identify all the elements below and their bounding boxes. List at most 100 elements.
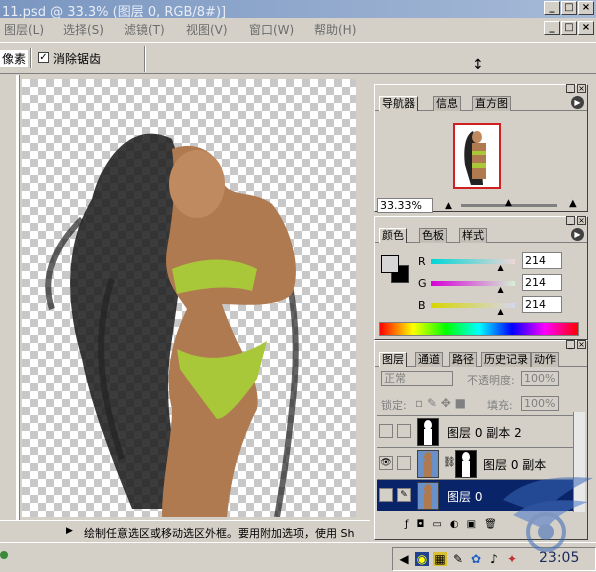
color-tabs: 颜色 色板 样式 ▶	[375, 227, 587, 243]
network-icon[interactable]: ◉	[415, 552, 429, 566]
tab-navigator[interactable]: 导航器	[379, 96, 418, 111]
tab-histogram[interactable]: 直方图	[472, 96, 511, 111]
palette-close-icon[interactable]: ×	[577, 84, 586, 93]
status-hint: 绘制任意选区或移动选区外框。要用附加选项，使用 Sh	[84, 527, 355, 540]
add-mask-icon[interactable]: ◘	[417, 519, 425, 530]
menu-bar: 图层(L) 选择(S) 滤镜(T) 视图(V) 窗口(W) 帮助(H) _ □ …	[0, 18, 596, 40]
layer-mask-thumbnail[interactable]	[455, 450, 477, 478]
slider-handle-icon[interactable]: ▲	[498, 285, 504, 294]
document-canvas-area	[0, 75, 370, 520]
palette-close-icon[interactable]: ×	[577, 216, 586, 225]
menu-view[interactable]: 视图(V)	[186, 21, 228, 38]
adjustment-layer-icon[interactable]: ◐	[450, 519, 459, 530]
layer-name[interactable]: 图层 0	[447, 488, 482, 505]
green-value[interactable]: 214	[522, 274, 562, 291]
layer-name[interactable]: 图层 0 副本 2	[447, 424, 522, 441]
watermark-logo	[503, 477, 593, 552]
new-layer-icon[interactable]: ▣	[467, 519, 476, 530]
tab-color[interactable]: 颜色	[379, 228, 407, 243]
fill-field[interactable]: 100%	[521, 396, 559, 411]
doc-minimize-button[interactable]: _	[544, 21, 560, 35]
green-label: G	[418, 277, 427, 290]
foreground-color-swatch[interactable]	[381, 255, 399, 273]
palette-close-icon[interactable]: ×	[577, 340, 586, 349]
delete-layer-icon[interactable]: 🗑	[484, 519, 497, 530]
options-divider-2	[144, 46, 146, 72]
document-canvas[interactable]	[22, 79, 356, 517]
zoom-in-icon[interactable]: ▲	[569, 198, 577, 209]
antialias-checkbox[interactable]: ✓	[38, 52, 49, 63]
close-button[interactable]: ×	[578, 1, 594, 15]
status-arrow-icon[interactable]: ▶	[66, 526, 73, 536]
brush-icon[interactable]: ✎	[397, 488, 411, 502]
document-controls: _ □ ×	[544, 21, 594, 35]
mask-link-icon: ⛓	[443, 457, 456, 468]
tab-channels[interactable]: 通道	[415, 352, 443, 367]
navigator-zoom-field[interactable]: 33.33%	[377, 198, 433, 213]
blend-mode-select[interactable]: 正常	[381, 371, 453, 386]
color-spectrum-bar[interactable]	[379, 322, 579, 336]
palette-menu-icon[interactable]: ▶	[571, 96, 584, 109]
start-icon[interactable]	[0, 551, 8, 559]
menu-filter[interactable]: 滤镜(T)	[124, 21, 165, 38]
visibility-toggle[interactable]	[379, 424, 393, 438]
pen-icon[interactable]: ✎	[451, 552, 465, 566]
slider-handle-icon[interactable]: ▲	[498, 263, 504, 272]
maximize-button[interactable]: □	[561, 1, 577, 15]
blue-value[interactable]: 214	[522, 296, 562, 313]
navigator-thumbnail[interactable]	[453, 123, 501, 189]
subject-image	[45, 133, 299, 517]
layer-style-icon[interactable]: ƒ	[405, 519, 409, 530]
tab-swatches[interactable]: 色板	[419, 228, 447, 243]
antivirus-icon[interactable]: ✿	[469, 552, 483, 566]
visibility-eye-icon[interactable]: 👁	[379, 456, 393, 470]
navigator-palette: _ × 导航器 信息 直方图 ▶ 33.33% ▲ ▲ ▲	[374, 84, 588, 213]
status-bar: ▶ 绘制任意选区或移动选区外框。要用附加选项，使用 Sh	[0, 520, 370, 542]
tab-actions[interactable]: 动作	[531, 352, 559, 367]
tab-paths[interactable]: 路径	[449, 352, 477, 367]
resize-cursor-icon: ↕	[472, 57, 484, 73]
link-toggle[interactable]	[397, 456, 411, 470]
layer-row[interactable]: 图层 0 副本 2	[377, 415, 573, 447]
navigator-tabs: 导航器 信息 直方图 ▶	[375, 95, 587, 111]
opacity-field[interactable]: 100%	[521, 371, 559, 386]
opacity-label: 不透明度:	[467, 374, 515, 387]
menu-layer[interactable]: 图层(L)	[4, 21, 44, 38]
link-toggle[interactable]	[397, 424, 411, 438]
tab-history[interactable]: 历史记录	[481, 352, 531, 367]
layer-thumbnail	[417, 450, 439, 478]
options-bar: 像素 ✓ 消除锯齿	[0, 42, 596, 74]
menu-window[interactable]: 窗口(W)	[249, 21, 294, 38]
visibility-toggle[interactable]	[379, 488, 393, 502]
color-palette: _ × 颜色 色板 样式 ▶ R 214 G 214 B 214 ▲ ▲ ▲	[374, 216, 588, 340]
antialias-label: 消除锯齿	[53, 52, 102, 66]
navigator-preview	[464, 131, 486, 185]
doc-restore-button[interactable]: □	[561, 21, 577, 35]
palette-menu-icon[interactable]: ▶	[571, 228, 584, 241]
red-label: R	[418, 255, 426, 268]
palette-minimize-icon[interactable]: _	[566, 84, 575, 93]
blue-label: B	[418, 299, 426, 312]
palette-minimize-icon[interactable]: _	[566, 340, 575, 349]
minimize-button[interactable]: _	[544, 1, 560, 15]
feather-unit: 像素	[0, 50, 29, 67]
fill-label: 填充:	[487, 399, 513, 412]
slider-handle-icon[interactable]: ▲	[498, 307, 504, 316]
layers-tabs: 图层 通道 路径 历史记录 动作	[375, 351, 587, 367]
zoom-slider-handle[interactable]: ▲	[505, 198, 512, 208]
volume-icon[interactable]: ◀	[397, 552, 411, 566]
red-value[interactable]: 214	[522, 252, 562, 269]
menu-help[interactable]: 帮助(H)	[314, 21, 356, 38]
tab-styles[interactable]: 样式	[459, 228, 487, 243]
tab-info[interactable]: 信息	[433, 96, 461, 111]
menu-select[interactable]: 选择(S)	[63, 21, 104, 38]
new-set-icon[interactable]: ▭	[432, 519, 441, 530]
lock-icons[interactable]: ▫ ✎ ✥ ■	[415, 396, 466, 410]
doc-close-button[interactable]: ×	[578, 21, 594, 35]
window-controls: _ □ ×	[544, 1, 594, 15]
palette-minimize-icon[interactable]: _	[566, 216, 575, 225]
zoom-out-icon[interactable]: ▲	[445, 201, 455, 211]
vertical-ruler[interactable]	[16, 75, 20, 520]
tab-layers[interactable]: 图层	[379, 352, 407, 367]
monitor-icon[interactable]: ▦	[433, 552, 447, 566]
